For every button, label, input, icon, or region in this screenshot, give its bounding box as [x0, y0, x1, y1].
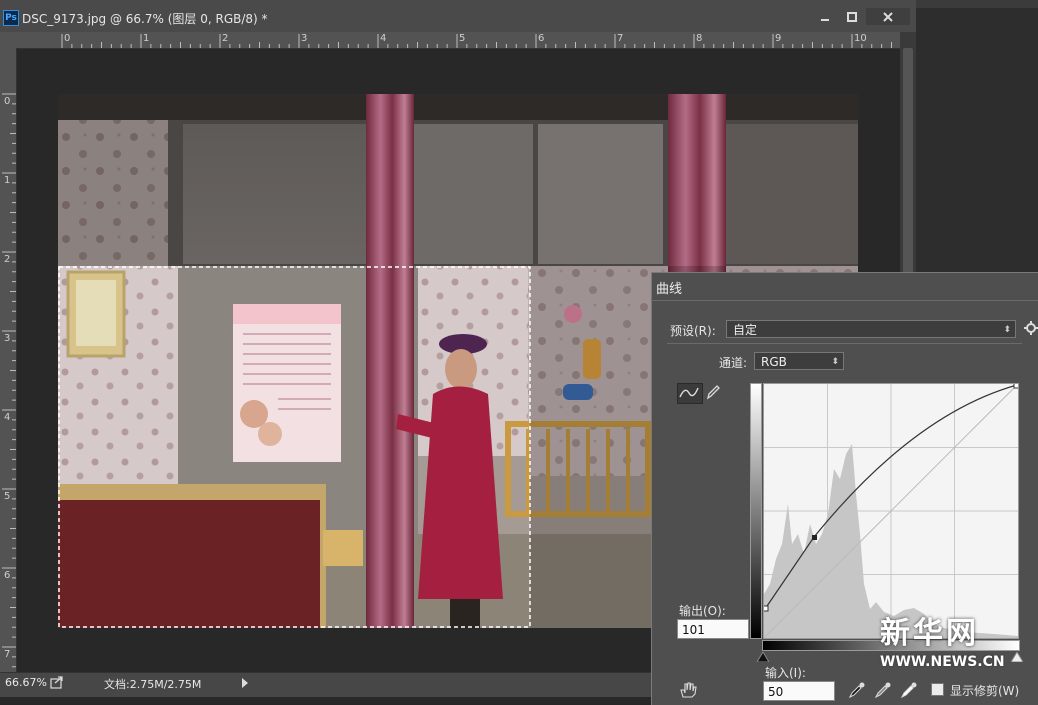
- ruler-label: 0: [64, 33, 71, 44]
- input-field[interactable]: 50: [763, 681, 835, 701]
- export-icon[interactable]: [50, 675, 64, 689]
- zoom-level[interactable]: 66.67%: [5, 676, 47, 689]
- curve-point-end[interactable]: [1013, 382, 1020, 389]
- dropdown-arrows-icon: ⬍: [1003, 325, 1011, 335]
- ruler-ticks: [61, 34, 892, 48]
- ruler-label: 2: [222, 33, 229, 44]
- ruler-label: 5: [459, 33, 466, 44]
- curve-icon: [679, 387, 699, 398]
- status-menu-arrow-icon[interactable]: [240, 677, 250, 689]
- curve-graph-canvas[interactable]: [762, 382, 1020, 639]
- curve-point-selected[interactable]: [812, 535, 817, 540]
- dialog-title: 曲线: [656, 282, 683, 297]
- preset-dropdown[interactable]: 自定 ⬍: [726, 320, 1016, 338]
- gray-eyedropper-icon[interactable]: [874, 681, 892, 699]
- input-label: 输入(I):: [765, 666, 806, 680]
- white-eyedropper-icon[interactable]: [900, 681, 918, 699]
- horizontal-ruler[interactable]: 0 1 2 3 4 5 6 7 8 9 10: [0, 32, 900, 49]
- ruler-label: 1: [143, 33, 150, 44]
- curve-graph[interactable]: [762, 382, 1020, 639]
- ruler-label: 7: [4, 649, 11, 660]
- close-icon: [883, 11, 893, 22]
- right-panel-header: [916, 0, 1038, 8]
- show-clipping-checkbox[interactable]: [931, 683, 944, 696]
- ruler-label: 9: [775, 33, 782, 44]
- ruler-label: 4: [4, 412, 11, 423]
- black-eyedropper-icon[interactable]: [848, 681, 866, 699]
- pencil-icon[interactable]: [705, 383, 721, 401]
- dialog-divider: [651, 300, 1038, 301]
- maximize-icon: [847, 11, 857, 22]
- watermark-url: WWW.NEWS.CN: [880, 654, 1005, 670]
- output-gradient-bar: [750, 383, 762, 639]
- dropdown-arrows-icon: ⬍: [831, 357, 839, 367]
- gear-icon[interactable]: [1024, 320, 1038, 336]
- preset-label: 预设(R):: [670, 324, 716, 338]
- output-field[interactable]: 101: [677, 619, 749, 639]
- close-button[interactable]: [866, 8, 910, 25]
- output-label: 输出(O):: [679, 604, 726, 618]
- channel-dropdown[interactable]: RGB ⬍: [754, 352, 844, 370]
- ruler-label: 6: [4, 570, 11, 581]
- preset-value: 自定: [733, 323, 758, 337]
- channel-value: RGB: [761, 355, 787, 369]
- curve-point-start[interactable]: [762, 605, 769, 612]
- document-title: DSC_9173.jpg @ 66.7% (图层 0, RGB/8) *: [22, 12, 268, 26]
- ruler-label: 7: [617, 33, 624, 44]
- section-divider: [667, 343, 1022, 344]
- ruler-label: 1: [4, 175, 11, 186]
- minimize-button[interactable]: [812, 8, 838, 25]
- ruler-label: 8: [696, 33, 703, 44]
- ruler-label: 4: [380, 33, 387, 44]
- channel-label: 通道:: [719, 356, 748, 370]
- watermark-logo-text: 新华网: [880, 616, 979, 651]
- ruler-label: 3: [4, 333, 11, 344]
- news-watermark: 新华网 WWW.NEWS.CN: [880, 616, 1005, 671]
- vertical-ruler[interactable]: 0 1 2 3 4 5 6 7: [0, 48, 17, 672]
- document-size: 文档:2.75M/2.75M: [104, 678, 202, 691]
- ruler-label: 2: [4, 254, 11, 265]
- white-point-slider[interactable]: [1011, 652, 1023, 662]
- ruler-label: 0: [4, 96, 11, 107]
- black-point-slider[interactable]: [757, 652, 769, 662]
- ruler-label: 5: [4, 491, 11, 502]
- curve-point-tool-button[interactable]: [677, 383, 703, 404]
- maximize-button[interactable]: [839, 8, 865, 25]
- show-clipping-label[interactable]: 显示修剪(W): [950, 682, 1019, 699]
- on-image-adjust-hand-icon[interactable]: [678, 681, 700, 699]
- photoshop-app-icon: Ps: [3, 10, 19, 26]
- ruler-label: 10: [854, 33, 867, 44]
- ruler-label: 6: [538, 33, 545, 44]
- minimize-icon: [821, 18, 829, 21]
- ruler-label: 3: [301, 33, 308, 44]
